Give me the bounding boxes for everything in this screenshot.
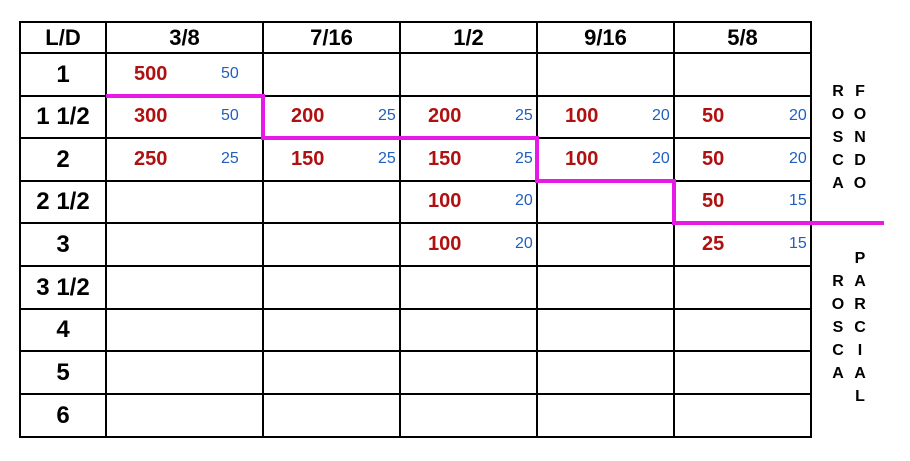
label-rosca-parcial-left: ROSCA [829,270,847,385]
package-value: 20 [652,107,670,124]
quantity-value: 250 [134,147,168,170]
vertical-letter: D [854,152,866,169]
package-value: 25 [378,107,396,124]
vertical-letter: F [855,83,865,100]
package-value: 15 [789,192,807,209]
package-value: 25 [221,149,239,167]
quantity-value: 100 [565,147,599,170]
vertical-letter: R [832,273,844,290]
header-corner: L/D [45,24,81,50]
label-rosca-parcial-right: PARCIAL [851,247,869,408]
package-value: 20 [515,192,533,209]
row-label: 5 [56,358,70,386]
row-label: 1 [56,60,70,88]
quantity-value: 100 [565,105,599,127]
vertical-letter: O [853,106,867,123]
vertical-letter: C [832,342,844,359]
vertical-letter: R [854,296,866,313]
row-label: 1 1/2 [36,103,90,130]
package-value: 25 [515,149,533,167]
quantity-value: 150 [291,147,325,170]
vertical-letter: C [832,152,844,169]
package-value: 20 [515,234,533,252]
quantity-value: 100 [428,190,462,212]
vertical-letter: O [831,106,845,123]
vertical-letter: R [832,83,844,100]
label-rosca-fondo-right: FONDO [851,80,869,195]
quantity-value: 200 [291,105,325,127]
row-label: 3 1/2 [36,273,90,301]
row-label: 4 [56,316,70,343]
package-value: 25 [515,107,533,124]
package-value: 50 [221,64,239,82]
header-col-3: 9/16 [584,24,627,50]
package-value: 20 [652,149,670,167]
label-rosca-fondo-left: ROSCA [829,80,847,195]
header-col-1: 7/16 [310,24,353,50]
quantity-value: 500 [134,62,168,85]
quantity-value: 50 [702,190,725,212]
package-value: 25 [378,149,396,167]
quantity-value: 200 [428,105,462,127]
thread-table: L/D 3/8 7/16 1/2 9/16 5/8 1 500 50 1 1/2 300 50 200 2… [0,0,910,461]
row-label: 2 1/2 [36,188,90,215]
package-value: 20 [789,107,807,124]
vertical-letter: S [832,129,844,146]
row-label: 6 [56,401,70,429]
package-value: 20 [789,149,807,167]
package-value: 15 [789,234,807,252]
vertical-letter: N [854,129,866,146]
vertical-letter: C [854,319,866,336]
quantity-value: 100 [428,232,462,255]
vertical-letter: I [857,342,863,359]
vertical-letter: P [854,250,866,267]
row-label: 2 [56,145,70,173]
quantity-value: 150 [428,147,462,170]
header-col-4: 5/8 [727,24,758,50]
header-col-0: 3/8 [169,24,200,50]
vertical-letter: A [832,175,844,192]
package-value: 50 [221,107,239,124]
vertical-letter: A [832,365,844,382]
quantity-value: 50 [702,147,725,170]
vertical-letter: O [831,296,845,313]
header-col-2: 1/2 [453,24,484,50]
vertical-letter: L [855,388,865,405]
quantity-value: 300 [134,105,168,127]
row-label: 3 [56,230,70,258]
vertical-letter: A [854,365,866,382]
vertical-letter: O [853,175,867,192]
quantity-value: 25 [702,232,725,255]
quantity-value: 50 [702,105,725,127]
vertical-letter: S [832,319,844,336]
vertical-letter: A [854,273,866,290]
